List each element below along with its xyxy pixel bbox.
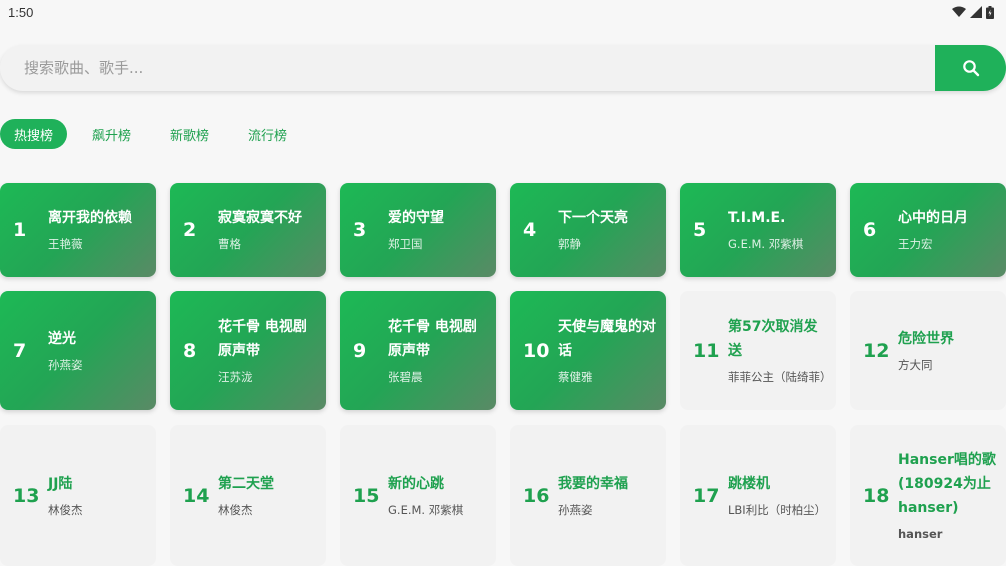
search-button[interactable] (935, 45, 1006, 91)
song-rank: 13 (13, 484, 40, 507)
tab-rising[interactable]: 飙升榜 (78, 119, 145, 149)
song-rank: 18 (863, 484, 890, 507)
song-title: 逆光 (48, 330, 76, 347)
song-title: 危险世界 (898, 330, 954, 347)
song-title: 离开我的依赖 (48, 210, 132, 226)
song-rank: 15 (353, 484, 380, 507)
song-artist: 林俊杰 (48, 502, 83, 517)
song-rank: 1 (13, 219, 27, 241)
song-title: 爱的守望 (388, 210, 444, 226)
search-bar (0, 45, 1006, 91)
song-artist: 郑卫国 (388, 237, 423, 251)
song-artist: hanser (898, 526, 943, 541)
song-card-10[interactable]: 10 天使与魔鬼的对话蔡健雅 (510, 291, 666, 410)
song-artist: 曹格 (218, 237, 241, 251)
song-artist: 方大同 (898, 357, 933, 372)
song-title: JJ陆 (48, 475, 73, 492)
song-rank: 4 (523, 219, 537, 241)
song-card-14[interactable]: 14 第二天堂林俊杰 (170, 425, 326, 566)
song-title: 下一个天亮 (558, 210, 628, 226)
song-card-16[interactable]: 16 我要的幸福孙燕姿 (510, 425, 666, 566)
song-title: Hanser唱的歌 (180924为止 hanser) (898, 451, 996, 516)
search-input[interactable] (0, 45, 935, 91)
song-title: 我要的幸福 (558, 475, 628, 492)
song-rank: 17 (693, 484, 720, 507)
song-rank: 16 (523, 484, 550, 507)
song-card-8[interactable]: 8 花千骨 电视剧原声带汪苏泷 (170, 291, 326, 410)
status-time: 1:50 (8, 4, 34, 20)
song-card-11[interactable]: 11 第57次取消发送菲菲公主（陆绮菲） (680, 291, 836, 410)
song-title: 花千骨 电视剧原声带 (388, 318, 477, 359)
song-rank: 7 (13, 339, 27, 362)
song-card-7[interactable]: 7 逆光孙燕姿 (0, 291, 156, 410)
status-bar: 1:50 (0, 0, 1006, 24)
song-title: 天使与魔鬼的对话 (558, 318, 656, 359)
song-artist: 汪苏泷 (218, 369, 253, 384)
song-rank: 8 (183, 339, 197, 362)
song-title: 跳楼机 (728, 475, 770, 492)
song-artist: G.E.M. 邓紫棋 (728, 237, 804, 251)
song-artist: 张碧晨 (388, 369, 423, 384)
chart-tabs: 热搜榜 飙升榜 新歌榜 流行榜 (0, 119, 312, 149)
song-card-6[interactable]: 6 心中的日月王力宏 (850, 183, 1006, 277)
status-icons (952, 5, 994, 19)
song-title: 寂寞寂寞不好 (218, 210, 302, 226)
song-card-4[interactable]: 4 下一个天亮郭静 (510, 183, 666, 277)
song-rank: 12 (863, 339, 890, 362)
song-artist: G.E.M. 邓紫棋 (388, 502, 464, 517)
song-card-9[interactable]: 9 花千骨 电视剧原声带张碧晨 (340, 291, 496, 410)
song-artist: LBI利比（时柏尘） (728, 502, 827, 517)
song-card-5[interactable]: 5 T.I.M.E. G.E.M. 邓紫棋 (680, 183, 836, 277)
song-rank: 2 (183, 219, 197, 241)
tab-popular[interactable]: 流行榜 (234, 119, 301, 149)
song-card-3[interactable]: 3 爱的守望郑卫国 (340, 183, 496, 277)
song-artist: 菲菲公主（陆绮菲） (728, 369, 832, 384)
song-artist: 郭静 (558, 237, 581, 251)
song-card-15[interactable]: 15 新的心跳 G.E.M. 邓紫棋 (340, 425, 496, 566)
cellular-signal-icon (970, 6, 982, 18)
tab-new-songs[interactable]: 新歌榜 (156, 119, 223, 149)
song-card-12[interactable]: 12 危险世界方大同 (850, 291, 1006, 410)
song-artist: 林俊杰 (218, 502, 253, 517)
song-rank: 14 (183, 484, 210, 507)
song-title: 花千骨 电视剧原声带 (218, 318, 307, 359)
song-card-13[interactable]: 13 JJ陆林俊杰 (0, 425, 156, 566)
song-rank: 10 (523, 339, 550, 362)
wifi-icon (952, 6, 966, 17)
song-card-2[interactable]: 2 寂寞寂寞不好 曹格 (170, 183, 326, 277)
song-artist: 王艳薇 (48, 237, 83, 251)
song-rank: 9 (353, 339, 367, 362)
song-title: T.I.M.E. (728, 210, 786, 226)
song-title: 心中的日月 (898, 210, 968, 226)
song-title: 新的心跳 (388, 475, 444, 492)
song-card-17[interactable]: 17 跳楼机 LBI利比（时柏尘） (680, 425, 836, 566)
song-rank: 6 (863, 219, 877, 241)
song-artist: 孙燕姿 (48, 357, 83, 372)
song-rank: 3 (353, 219, 367, 241)
battery-icon (986, 5, 994, 19)
song-rank: 5 (693, 219, 707, 241)
tab-hot-search[interactable]: 热搜榜 (0, 119, 68, 149)
song-artist: 孙燕姿 (558, 502, 593, 517)
search-icon (962, 60, 979, 77)
song-artist: 王力宏 (898, 237, 933, 251)
song-title: 第57次取消发送 (728, 318, 818, 359)
song-title: 第二天堂 (218, 475, 274, 492)
song-card-18[interactable]: 18 Hanser唱的歌 (180924为止 hanser) hanser (850, 425, 1006, 566)
song-artist: 蔡健雅 (558, 369, 593, 384)
song-card-1[interactable]: 1 离开我的依赖 王艳薇 (0, 183, 156, 277)
song-rank: 11 (693, 339, 720, 362)
